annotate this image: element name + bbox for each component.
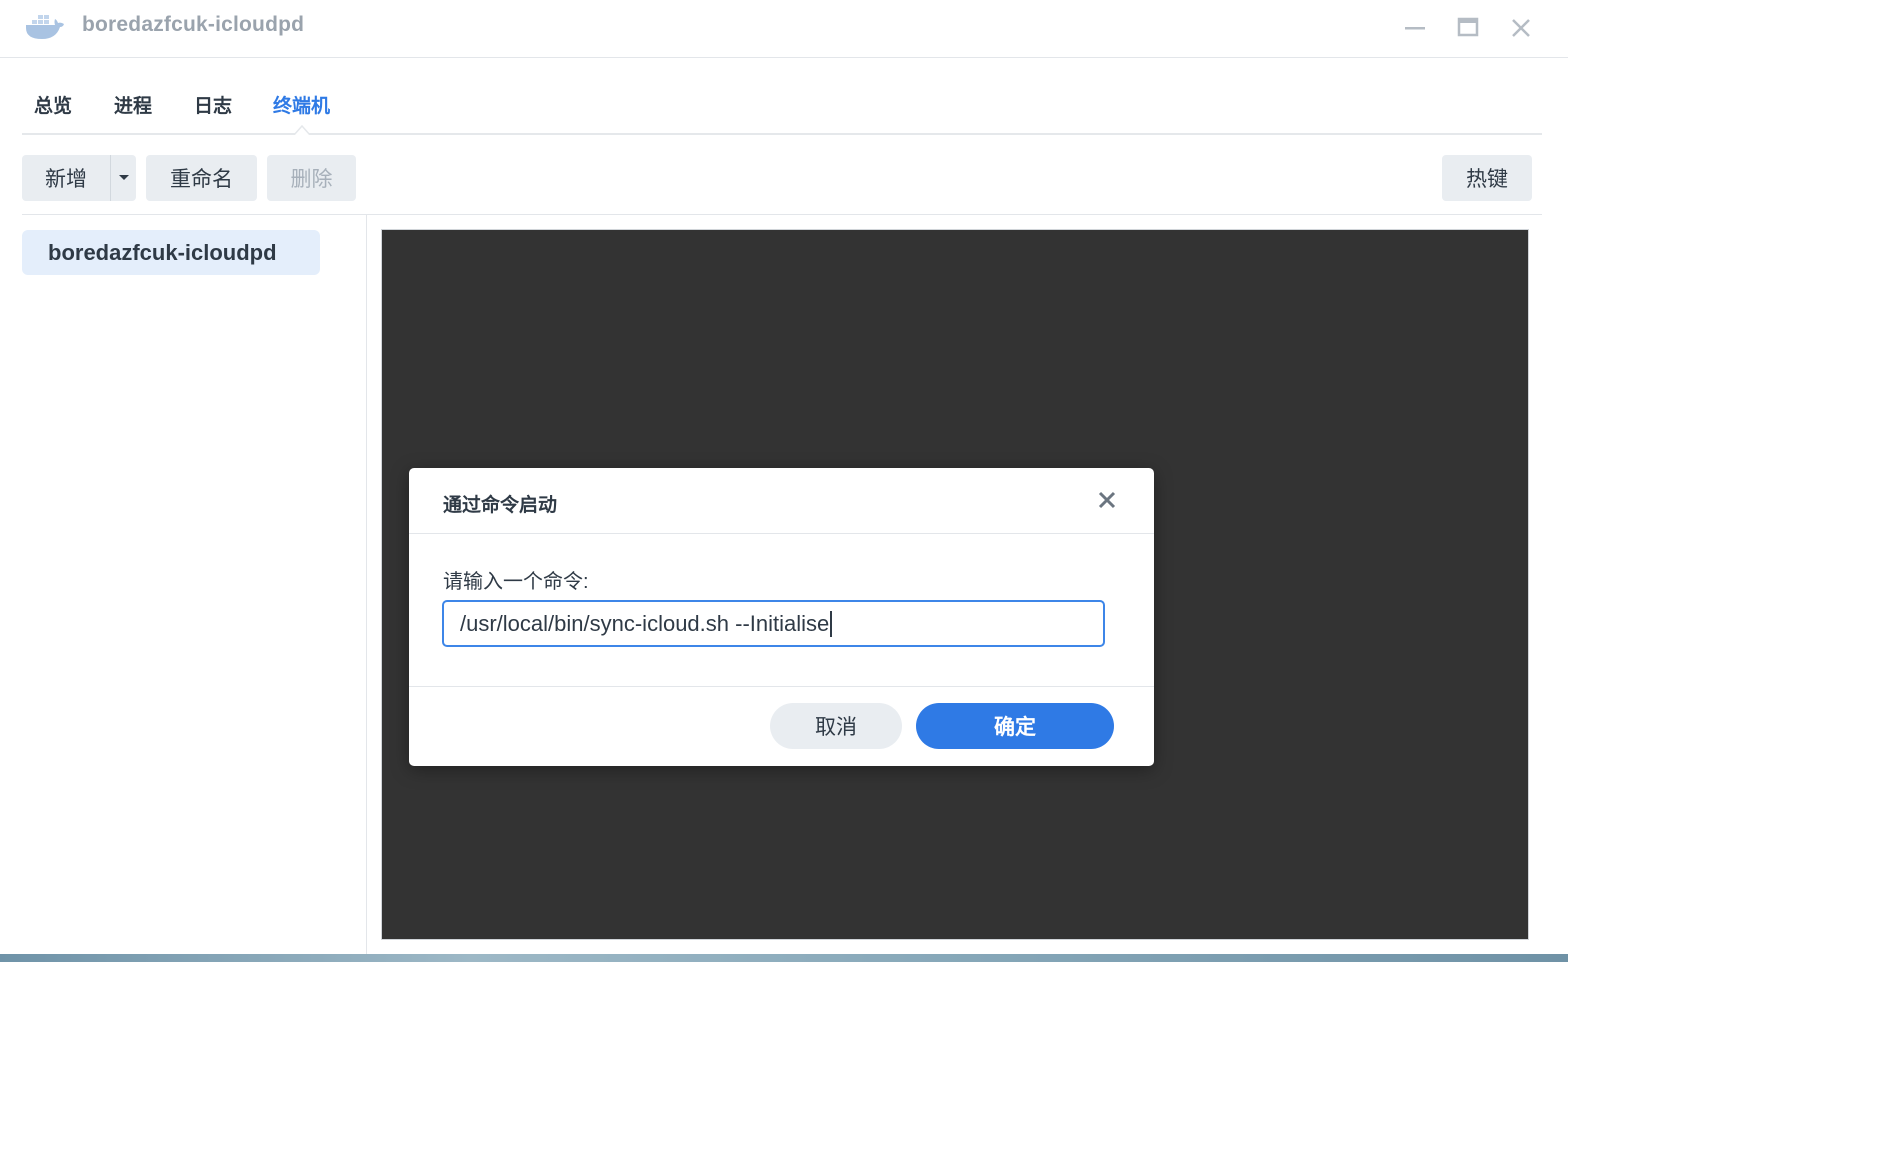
session-item[interactable]: boredazfcuk-icloudpd	[22, 230, 320, 275]
session-item-label: boredazfcuk-icloudpd	[48, 239, 277, 265]
panel-divider	[366, 215, 367, 955]
tab-bar: 总览 进程 日志 终端机	[22, 58, 1542, 135]
command-input-value: /usr/local/bin/sync-icloud.sh --Initiali…	[460, 610, 830, 636]
desktop-background-strip	[0, 954, 1568, 962]
command-input[interactable]: /usr/local/bin/sync-icloud.sh --Initiali…	[442, 600, 1105, 647]
new-button[interactable]: 新增	[22, 155, 110, 201]
dialog-footer-divider	[409, 686, 1154, 687]
delete-button[interactable]: 删除	[267, 155, 356, 201]
toolbar-divider	[22, 214, 1542, 215]
dialog-header: 通过命令启动	[409, 468, 1154, 534]
docker-whale-icon	[26, 15, 64, 39]
minimize-icon[interactable]	[1401, 14, 1429, 42]
cancel-button[interactable]: 取消	[770, 703, 902, 749]
tab-processes[interactable]: 进程	[114, 91, 152, 118]
tab-logs[interactable]: 日志	[194, 91, 232, 118]
tab-terminal[interactable]: 终端机	[273, 91, 330, 118]
new-dropdown-button[interactable]	[110, 155, 136, 201]
maximize-icon[interactable]	[1454, 14, 1482, 42]
caret-down-icon	[118, 175, 129, 180]
ok-button[interactable]: 确定	[916, 703, 1114, 749]
hotkey-button[interactable]: 热键	[1442, 155, 1532, 201]
command-prompt-label: 请输入一个命令:	[443, 571, 589, 593]
text-caret	[830, 610, 832, 637]
close-icon[interactable]	[1095, 488, 1119, 512]
launch-command-dialog: 通过命令启动 请输入一个命令: /usr/local/bin/sync-iclo…	[409, 468, 1154, 766]
title-bar: boredazfcuk-icloudpd	[0, 0, 1568, 58]
dialog-title: 通过命令启动	[443, 495, 558, 516]
tab-overview[interactable]: 总览	[34, 91, 72, 118]
close-window-icon[interactable]	[1507, 14, 1535, 42]
active-tab-indicator	[294, 125, 310, 135]
window-title: boredazfcuk-icloudpd	[82, 13, 305, 36]
rename-button[interactable]: 重命名	[146, 155, 257, 201]
